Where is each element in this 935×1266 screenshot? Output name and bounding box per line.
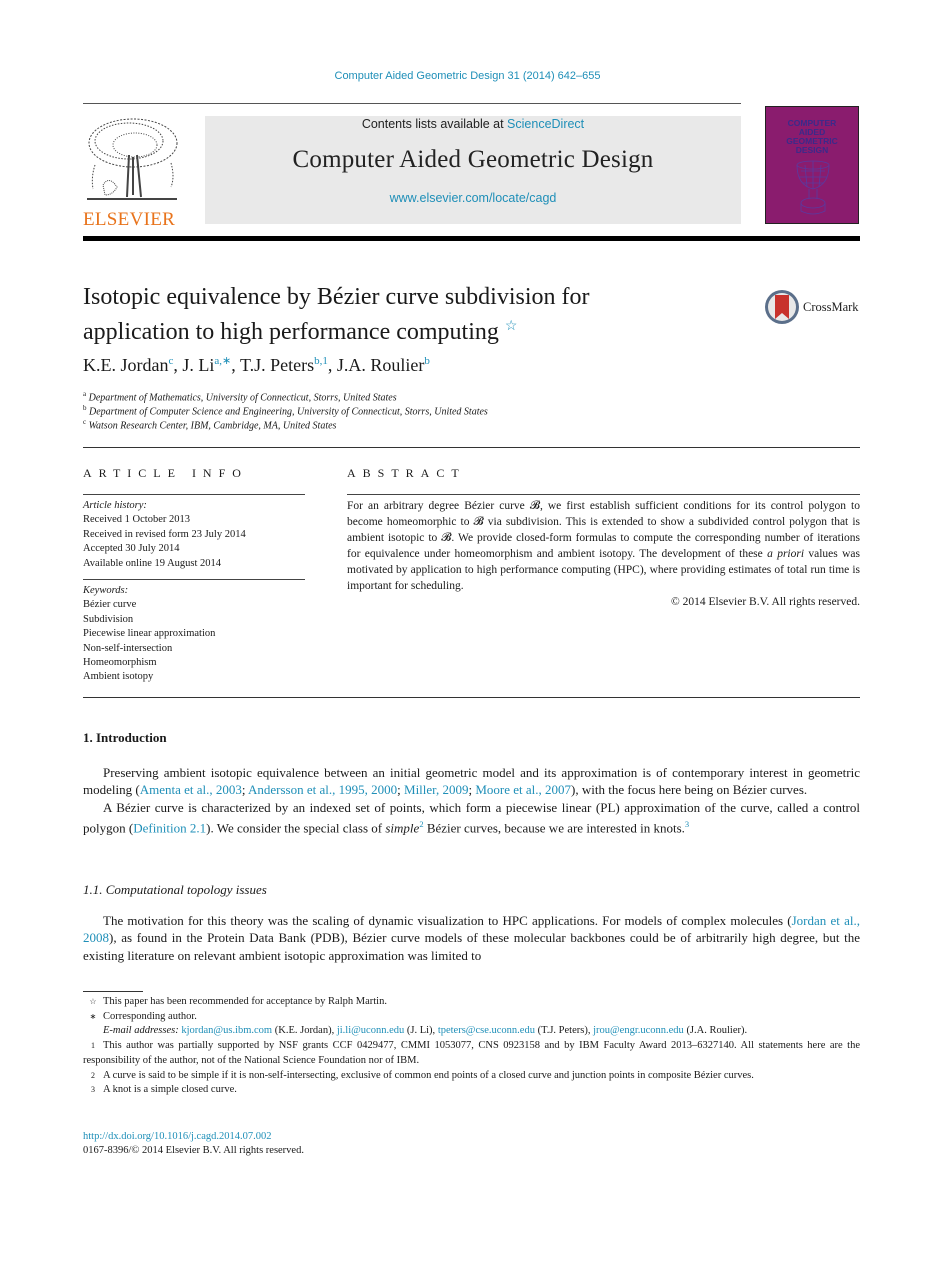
history-item: Accepted 30 July 2014 <box>83 543 180 555</box>
email-link[interactable]: ji.li@uconn.edu <box>337 1025 404 1036</box>
divider <box>83 447 860 448</box>
issn-copyright: 0167-8396/© 2014 Elsevier B.V. All right… <box>83 1145 304 1156</box>
paragraph: Preserving ambient isotopic equivalence … <box>83 765 860 798</box>
divider <box>83 494 305 495</box>
author-affiliation-link[interactable]: b <box>424 355 430 367</box>
subsection-paragraphs: The motivation for this theory was the s… <box>83 912 860 964</box>
paragraph: The motivation for this theory was the s… <box>83 913 860 963</box>
keyword: Non-self-intersection <box>83 642 173 654</box>
history-item: Received in revised form 23 July 2014 <box>83 528 246 540</box>
footnotes: ☆ This paper has been recommended for acc… <box>83 995 860 1098</box>
author-affiliation-link[interactable]: b,1 <box>314 355 328 367</box>
journal-title: Computer Aided Geometric Design <box>292 146 654 173</box>
author-name: J. Li <box>182 355 215 375</box>
history-item: Available online 19 August 2014 <box>83 557 222 569</box>
journal-banner: Contents lists available at ScienceDirec… <box>205 116 741 224</box>
journal-url-link[interactable]: www.elsevier.com/locate/cagd <box>205 191 741 205</box>
citation-link[interactable]: Moore et al., 2007 <box>475 782 571 797</box>
abstract-copyright: © 2014 Elsevier B.V. All rights reserved… <box>671 596 860 608</box>
elsevier-wordmark: ELSEVIER <box>83 209 176 230</box>
history-item: Received 1 October 2013 <box>83 514 191 526</box>
author-name: K.E. Jordan <box>83 355 169 375</box>
footnote: ∗ Corresponding author. <box>89 1010 197 1022</box>
title-footnote-star-link[interactable]: ☆ <box>505 319 518 334</box>
crossmark-label: CrossMark <box>803 299 859 314</box>
keywords: Keywords: Bézier curve Subdivision Piece… <box>83 584 305 685</box>
article-history: Article history: Received 1 October 2013… <box>83 499 305 571</box>
header-rule <box>83 103 741 104</box>
elsevier-logo[interactable]: ELSEVIER <box>83 115 181 230</box>
abstract-heading: ABSTRACT <box>347 466 466 480</box>
abstract-text: For an arbitrary degree Bézier curve 𝓑, … <box>347 500 860 608</box>
footnote-rule <box>83 991 143 992</box>
email-link[interactable]: tpeters@cse.uconn.edu <box>438 1025 535 1036</box>
paragraph: A Bézier curve is characterized by an in… <box>83 799 860 836</box>
divider <box>83 579 305 580</box>
email-addresses: E-mail addresses: kjordan@us.ibm.com (K.… <box>103 1025 748 1037</box>
divider <box>347 494 860 495</box>
email-link[interactable]: jrou@engr.uconn.edu <box>593 1025 684 1036</box>
keyword: Piecewise linear approximation <box>83 628 216 640</box>
footnote: 1 This author was partially supported by … <box>83 1040 860 1066</box>
citation-link[interactable]: Andersson et al., 1995, 2000 <box>248 782 397 797</box>
article-info-heading: ARTICLE INFO <box>83 466 248 480</box>
affiliation: b Department of Computer Science and Eng… <box>83 404 488 418</box>
citation-link[interactable]: Miller, 2009 <box>404 782 468 797</box>
footnote: ☆ This paper has been recommended for acc… <box>89 996 387 1007</box>
keyword: Subdivision <box>83 613 134 625</box>
author-affiliation-link[interactable]: a,∗ <box>214 355 231 367</box>
sciencedirect-link[interactable]: ScienceDirect <box>507 117 584 131</box>
article-title: Isotopic equivalence by Bézier curve sub… <box>83 284 590 345</box>
journal-reference-link[interactable]: Computer Aided Geometric Design 31 (2014… <box>0 70 935 82</box>
footnote: 2A curve is said to be simple if it is n… <box>91 1069 754 1081</box>
subsection-heading: 1.1. Computational topology issues <box>83 882 267 897</box>
journal-cover[interactable]: COMPUTER AIDED GEOMETRIC DESIGN <box>765 106 859 224</box>
affiliation: a Department of Mathematics, University … <box>83 390 397 404</box>
author-list: K.E. Jordanc, J. Lia,∗, T.J. Petersb,1, … <box>83 355 430 375</box>
section-heading: 1. Introduction <box>83 730 167 745</box>
contents-available-text: Contents lists available at ScienceDirec… <box>361 117 585 131</box>
keyword: Ambient isotopy <box>83 671 154 683</box>
affiliation: c Watson Research Center, IBM, Cambridge… <box>83 418 337 432</box>
doi-block: http://dx.doi.org/10.1016/j.cagd.2014.07… <box>83 1130 304 1158</box>
divider <box>83 697 860 698</box>
citation-link[interactable]: Amenta et al., 2003 <box>140 782 242 797</box>
header-thick-rule <box>83 236 860 241</box>
keyword: Homeomorphism <box>83 657 157 669</box>
cover-vase-icon <box>796 160 830 215</box>
intro-paragraphs: Preserving ambient isotopic equivalence … <box>83 764 860 837</box>
cover-title: COMPUTER AIDED GEOMETRIC DESIGN <box>786 118 838 155</box>
footnote-link[interactable]: 3 <box>685 819 689 829</box>
footnote: 3A knot is a simple closed curve. <box>91 1084 237 1096</box>
definition-link[interactable]: Definition 2.1 <box>133 820 206 835</box>
author-name: T.J. Peters <box>239 355 315 375</box>
crossmark-button[interactable]: CrossMark <box>764 289 859 325</box>
crossmark-icon <box>765 290 799 324</box>
elsevier-tree-icon <box>87 118 178 200</box>
email-link[interactable]: kjordan@us.ibm.com <box>181 1025 272 1036</box>
author-name: J.A. Roulier <box>336 355 425 375</box>
doi-link[interactable]: http://dx.doi.org/10.1016/j.cagd.2014.07… <box>83 1130 304 1144</box>
keyword: Bézier curve <box>83 599 137 611</box>
